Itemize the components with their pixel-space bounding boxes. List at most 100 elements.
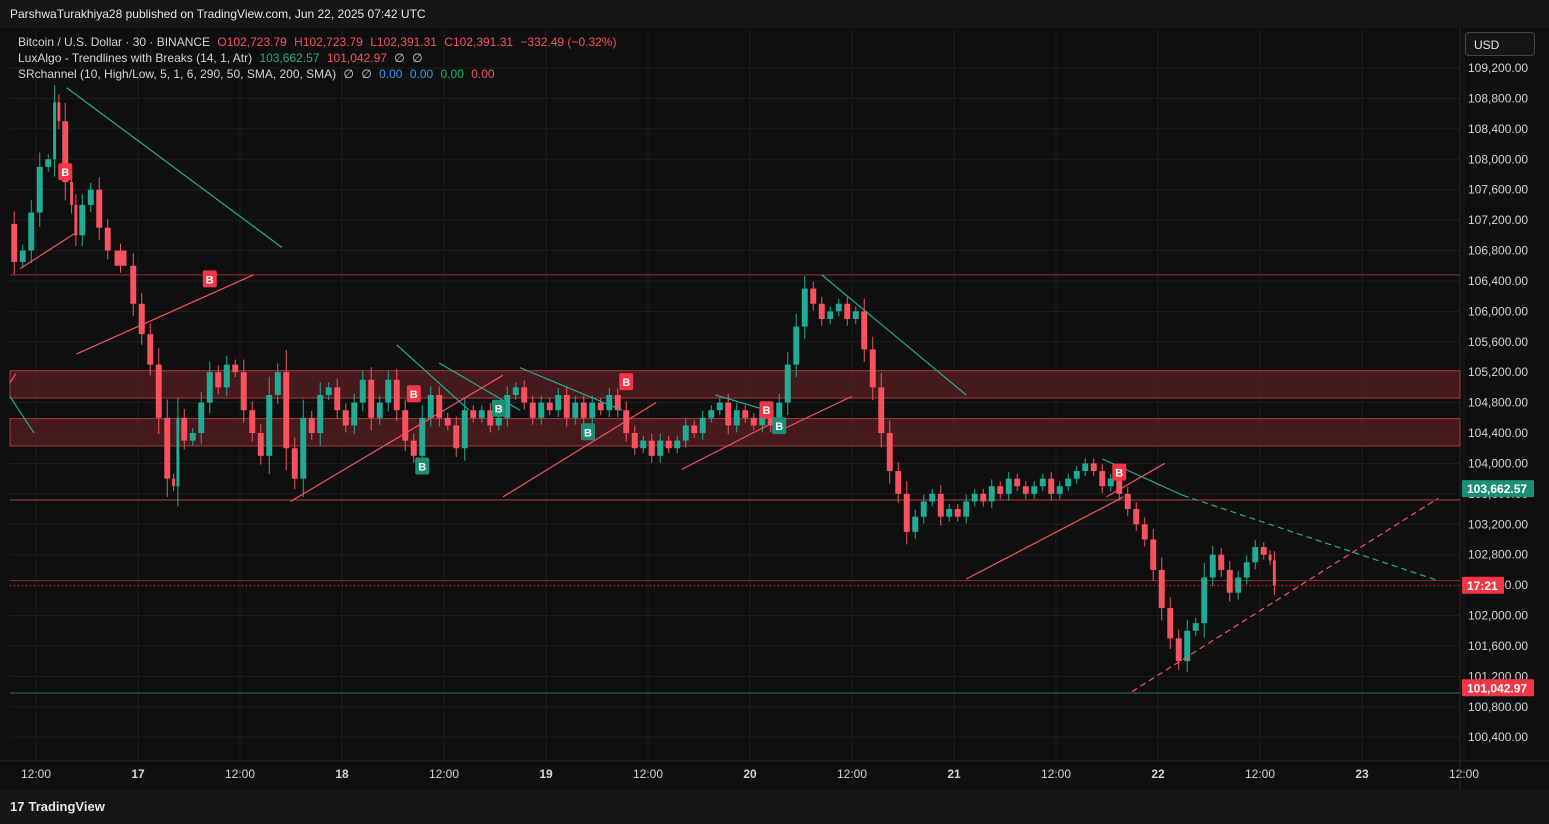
ohlc-low: L102,391.31 [370,35,437,49]
indicator-luxalgo-row[interactable]: LuxAlgo - Trendlines with Breaks (14, 1,… [18,50,620,66]
candle-body [640,440,647,449]
candlestick-chart[interactable]: 100,400.00100,800.00101,200.00101,600.00… [0,28,1549,790]
candle-body [852,311,859,319]
candle-body [1209,554,1216,578]
candle-body [606,395,613,411]
candle-body [215,372,222,388]
candle-body [1272,560,1276,586]
candle-body [1192,623,1199,631]
candle-body [308,417,315,434]
x-tick-label: 12:00 [1449,767,1479,781]
indicator-srchannel-name[interactable]: SRchannel (10, High/Low, 5, 1, 6, 290, 5… [18,67,336,81]
candle-body [971,493,978,502]
indicator-srchannel-value-2: ∅ [361,67,372,81]
break-marker-label: B [1115,468,1123,480]
indicator-luxalgo-value-2: 101,042.97 [326,51,387,65]
bottom-bar [0,790,1549,824]
candle-body [682,425,689,441]
candle-body [1226,569,1233,593]
candle-body [1082,463,1089,472]
candle-body [1252,547,1259,563]
price-tag-label: 101,042.97 [1467,681,1527,695]
x-tick-label: 18 [335,767,349,781]
candle-body [19,250,26,262]
candle-body [402,410,409,441]
x-tick-label: 12:00 [429,767,459,781]
candle-body [257,433,264,456]
candle-body [742,410,749,418]
candle-body [920,501,927,517]
currency-button[interactable]: USD [1465,32,1535,56]
indicator-srchannel-value-4: 0.00 [409,67,434,81]
candle-body [1141,524,1148,540]
break-marker-label: B [584,427,592,439]
candle-body [895,471,902,494]
break-marker-label: B [775,421,783,433]
break-down-marker: B [58,163,73,181]
candle-body [1150,539,1157,570]
candle-body [912,516,919,532]
candle-body [1039,478,1046,487]
candle-body [1201,577,1208,624]
candle-body [240,372,247,411]
top-bar: ParshwaTurakhiya28 published on TradingV… [0,0,1549,28]
candle-body [74,204,78,236]
break-marker-label: B [418,461,426,473]
break-down-marker: B [406,385,421,403]
y-tick-label: 106,800.00 [1468,244,1528,258]
candle-body [818,303,825,319]
candle-body [665,440,672,449]
indicator-luxalgo-value-1: 103,662.57 [259,51,320,65]
candle-body [232,364,239,373]
candle-body [461,410,468,449]
candle-body [1031,486,1038,494]
candle-body [988,486,995,502]
break-up-marker: B [415,457,430,475]
candle-body [1056,486,1063,494]
y-tick-label: 105,200.00 [1468,365,1528,379]
y-tick-label: 106,000.00 [1468,304,1528,318]
candle-body [980,493,987,502]
candle-body [359,379,366,403]
x-tick-label: 17 [131,767,145,781]
indicator-srchannel-value-3: 0.00 [379,67,403,81]
trendline [965,496,1124,580]
candle-body [572,402,579,418]
candle-body [410,440,417,456]
candle-body [546,402,553,411]
tradingview-logo[interactable]: 17 TradingView [10,799,105,814]
candle-body [53,102,57,160]
candle-body [385,379,392,403]
y-tick-label: 109,200.00 [1468,61,1528,75]
symbol-name[interactable]: Bitcoin / U.S. Dollar · 30 · BINANCE [18,35,210,49]
candle-body [453,425,460,449]
candle-body [147,334,154,365]
candle-body [1158,569,1165,608]
candle-body [648,440,655,456]
indicator-luxalgo-name[interactable]: LuxAlgo - Trendlines with Breaks (14, 1,… [18,51,252,65]
candle-body [997,486,1004,494]
candle-body [1048,478,1055,494]
candle-body [300,417,307,479]
candle-body [725,402,732,426]
x-tick-label: 21 [947,767,961,781]
indicator-srchannel-value-5: 0.00 [440,67,464,81]
candle-body [954,509,961,517]
indicator-srchannel-row[interactable]: SRchannel (10, High/Low, 5, 1, 6, 290, 5… [18,66,620,82]
candle-body [351,402,358,426]
candle-body [172,478,176,487]
indicator-srchannel-value-1: ∅ [343,67,354,81]
candle-body [733,410,740,426]
candle-body [563,395,570,418]
candle-body [521,387,528,403]
indicator-luxalgo-value-3: ∅ [394,51,405,65]
candle-body [334,387,341,411]
candle-body [470,410,477,418]
candle-body [750,417,757,426]
candle-body [444,417,451,426]
candle-body [130,265,137,304]
candle-body [1218,554,1225,570]
candle-body [138,303,145,335]
y-tick-label: 105,600.00 [1468,335,1528,349]
candle-body [1175,638,1182,662]
